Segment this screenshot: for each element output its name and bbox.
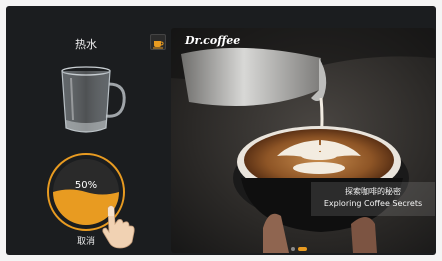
glass-mug-icon (61, 66, 126, 133)
mode-toggle-button[interactable] (150, 34, 166, 50)
caption-english: Exploring Coffee Secrets (323, 199, 423, 208)
beverage-title: 热水 (75, 38, 97, 51)
machine-screen: 热水 50% 取消 Dr.coffee 探索咖啡的秘密 Exploring Co… (6, 6, 436, 255)
latte-art-photo (171, 28, 435, 253)
progress-percent: 50% (75, 180, 97, 191)
promo-carousel[interactable]: Dr.coffee 探索咖啡的秘密 Exploring Coffee Secre… (171, 28, 435, 253)
carousel-dot[interactable] (291, 247, 295, 251)
slide-caption: 探索咖啡的秘密 Exploring Coffee Secrets (311, 182, 435, 216)
coffee-cup-icon (153, 41, 164, 49)
cancel-button[interactable]: 取消 (56, 234, 116, 247)
carousel-dot[interactable] (298, 247, 307, 251)
carousel-indicator[interactable] (291, 247, 307, 251)
brand-logo: Dr.coffee (185, 34, 241, 47)
brew-status-panel: 热水 50% 取消 (6, 6, 166, 255)
caption-chinese: 探索咖啡的秘密 (345, 187, 401, 196)
